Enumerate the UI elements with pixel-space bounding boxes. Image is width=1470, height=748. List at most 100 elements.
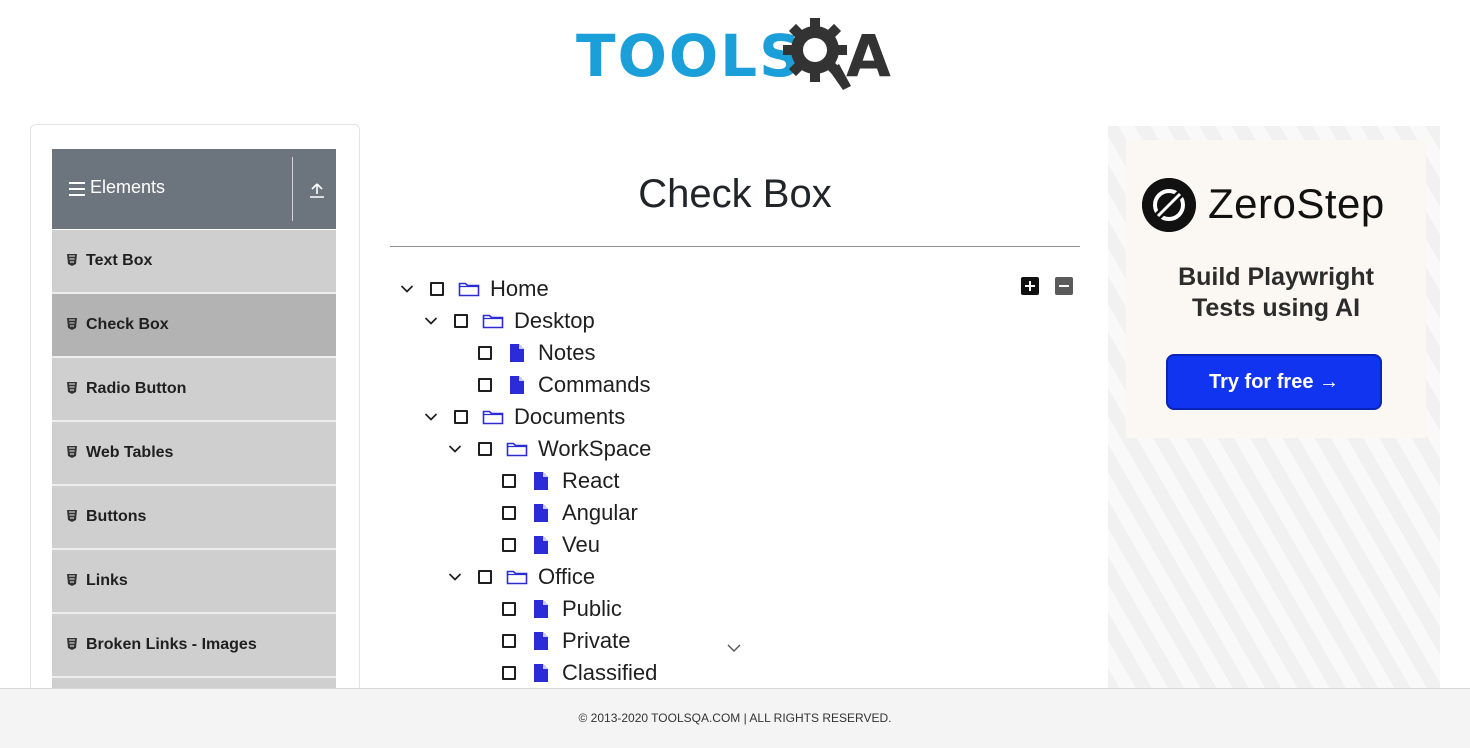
folder-icon xyxy=(506,439,528,459)
checkbox[interactable] xyxy=(502,506,516,520)
tree-node-label[interactable]: Office xyxy=(538,564,595,590)
tree-node-label[interactable]: Private xyxy=(562,628,630,654)
ad-brand: ZeroStep xyxy=(1208,180,1385,227)
file-icon xyxy=(506,375,528,395)
tree-node-label[interactable]: WorkSpace xyxy=(538,436,651,462)
checkbox[interactable] xyxy=(454,410,468,424)
sidebar-item-label: Broken Links - Images xyxy=(86,636,257,653)
sidebar-item-check-box[interactable]: Check Box xyxy=(52,294,336,358)
sidebar-item-buttons[interactable]: Buttons xyxy=(52,486,336,550)
logo-text: TOOLS xyxy=(576,22,803,90)
chevron-down-icon[interactable] xyxy=(726,642,742,654)
group-title: Elements xyxy=(90,177,166,197)
file-icon xyxy=(530,631,552,651)
chevron-down-icon[interactable] xyxy=(444,567,466,587)
checkbox[interactable] xyxy=(478,346,492,360)
tree-node-angular: Angular xyxy=(468,497,638,529)
html5-icon xyxy=(67,638,77,650)
collapse-all-button[interactable] xyxy=(1055,277,1073,295)
tree-node-label[interactable]: Notes xyxy=(538,340,595,366)
folder-icon xyxy=(506,567,528,587)
tree-node-react: React xyxy=(468,465,619,497)
html5-icon xyxy=(67,318,77,330)
file-icon xyxy=(530,535,552,555)
ad-tagline-line2: Tests using AI xyxy=(1191,294,1361,322)
tree-node-label[interactable]: React xyxy=(562,468,619,494)
title-divider xyxy=(390,246,1080,247)
tree-node-notes: Notes xyxy=(444,337,595,369)
file-icon xyxy=(530,471,552,491)
tree-node-label[interactable]: Veu xyxy=(562,532,600,558)
left-panel: Elements Text Box Check Box Radio Button… xyxy=(30,124,360,726)
sidebar-item-radio-button[interactable]: Radio Button xyxy=(52,358,336,422)
tree-node-label[interactable]: Documents xyxy=(514,404,625,430)
checkbox[interactable] xyxy=(478,378,492,392)
page-title: Check Box xyxy=(638,172,832,216)
tree-node-label[interactable]: Commands xyxy=(538,372,650,398)
try-for-free-button[interactable]: Try for free → xyxy=(1166,354,1382,410)
checkbox[interactable] xyxy=(502,666,516,680)
sidebar-item-label: Web Tables xyxy=(86,444,174,461)
html5-icon xyxy=(67,446,77,458)
tree-node-label[interactable]: Public xyxy=(562,596,622,622)
tree-node-label[interactable]: Angular xyxy=(562,500,638,526)
gear-magnifier-icon xyxy=(783,18,851,90)
checkbox[interactable] xyxy=(502,474,516,488)
checkbox[interactable] xyxy=(454,314,468,328)
tree-node-label[interactable]: Desktop xyxy=(514,308,595,334)
html5-icon xyxy=(67,254,77,266)
chevron-down-icon[interactable] xyxy=(444,439,466,459)
ad-card: ZeroStep Build Playwright Tests using AI… xyxy=(1126,140,1426,438)
folder-icon xyxy=(458,279,480,299)
tree-node-label[interactable]: Classified xyxy=(562,660,657,686)
file-icon xyxy=(530,663,552,683)
footer: © 2013-2020 TOOLSQA.COM | ALL RIGHTS RES… xyxy=(0,688,1470,748)
zerostep-logo-icon xyxy=(1142,178,1196,232)
folder-icon xyxy=(482,311,504,331)
sidebar-item-label: Check Box xyxy=(86,316,169,333)
sidebar-item-text-box[interactable]: Text Box xyxy=(52,230,336,294)
sidebar-item-web-tables[interactable]: Web Tables xyxy=(52,422,336,486)
sidebar-item-label: Links xyxy=(86,572,128,589)
tree-node-public: Public xyxy=(468,593,622,625)
sidebar-item-label: Text Box xyxy=(86,252,153,269)
folder-icon xyxy=(482,407,504,427)
sidebar-item-broken-links[interactable]: Broken Links - Images xyxy=(52,614,336,678)
file-icon xyxy=(530,503,552,523)
tree-node-documents: Documents xyxy=(420,401,625,433)
sidebar-item-label: Buttons xyxy=(86,508,147,525)
checkbox[interactable] xyxy=(478,442,492,456)
checkbox[interactable] xyxy=(502,602,516,616)
tree-node-office: Office xyxy=(444,561,595,593)
sidebar-menu: Text Box Check Box Radio Button Web Tabl… xyxy=(52,230,336,725)
sidebar-item-links[interactable]: Links xyxy=(52,550,336,614)
tree-node-private: Private xyxy=(468,625,630,657)
collapse-arrow-icon[interactable] xyxy=(308,181,326,199)
checkbox[interactable] xyxy=(502,538,516,552)
advertisement[interactable]: ZeroStep Build Playwright Tests using AI… xyxy=(1108,126,1440,696)
checkbox[interactable] xyxy=(502,634,516,648)
menu-icon xyxy=(69,182,85,196)
chevron-down-icon[interactable] xyxy=(396,279,418,299)
html5-icon xyxy=(67,510,77,522)
tree-node-desktop: Desktop xyxy=(420,305,595,337)
logo-suffix: A xyxy=(846,22,891,90)
tree-node-label[interactable]: Home xyxy=(490,276,549,302)
tree-node-home: Home xyxy=(396,273,549,305)
expand-all-button[interactable] xyxy=(1021,277,1039,295)
html5-icon xyxy=(67,382,77,394)
checkbox[interactable] xyxy=(478,570,492,584)
chevron-down-icon[interactable] xyxy=(420,311,442,331)
checkbox[interactable] xyxy=(430,282,444,296)
tree-node-workspace: WorkSpace xyxy=(444,433,651,465)
chevron-down-icon[interactable] xyxy=(420,407,442,427)
file-icon xyxy=(530,599,552,619)
sidebar-item-label: Radio Button xyxy=(86,380,187,397)
toolsqa-logo[interactable]: TOOLS A xyxy=(576,14,906,92)
elements-group-header[interactable]: Elements xyxy=(52,149,336,229)
header-divider xyxy=(292,157,293,221)
html5-icon xyxy=(67,574,77,586)
file-icon xyxy=(506,343,528,363)
footer-text: © 2013-2020 TOOLSQA.COM | ALL RIGHTS RES… xyxy=(578,711,892,725)
ad-tagline-line1: Build Playwright xyxy=(1178,263,1374,291)
